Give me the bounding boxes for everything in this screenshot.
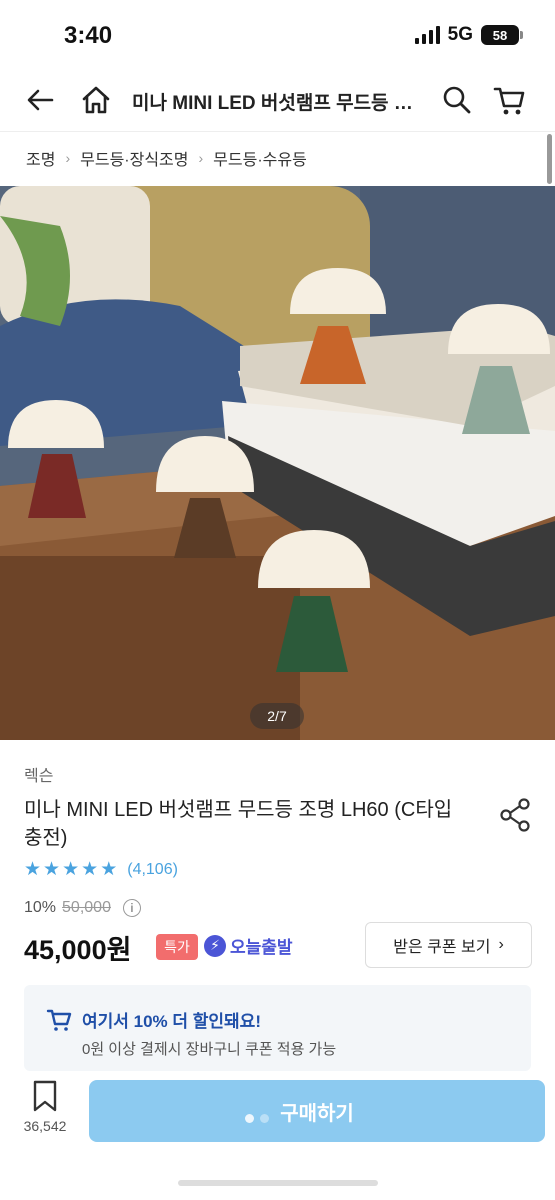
back-arrow-icon[interactable] xyxy=(20,80,60,120)
status-bar: 3:40 5G 58 xyxy=(0,0,555,70)
gallery-page-indicator: 2/7 xyxy=(250,703,304,729)
dot xyxy=(260,1114,269,1123)
today-delivery-label: 오늘출발 xyxy=(230,938,293,957)
bolt-icon: ⚡ xyxy=(204,934,226,957)
promo-box[interactable]: 여기서 10% 더 할인돼요! 0원 이상 결제시 장바구니 쿠폰 적용 가능 xyxy=(24,985,531,1071)
battery-icon: 58 xyxy=(481,25,523,45)
bookmark-count: 36,542 xyxy=(23,1118,67,1134)
today-delivery-badge: ⚡ 오늘출발 xyxy=(204,933,293,958)
bookmark-icon xyxy=(33,1080,57,1112)
rating[interactable]: ★ ★ ★ ★ ★ (4,106) xyxy=(24,860,178,880)
nav-bar: 미나 MINI LED 버섯램프 무드등 조명 LH60 (C타입충전) xyxy=(0,70,555,132)
search-icon[interactable] xyxy=(437,80,477,120)
chevron-right-icon: › xyxy=(65,150,71,166)
breadcrumb: 조명 › 무드등·장식조명 › 무드등·수유등 xyxy=(26,146,307,170)
status-time: 3:40 xyxy=(64,22,113,49)
info-icon[interactable]: i xyxy=(122,899,141,917)
network-label: 5G xyxy=(447,24,473,45)
nav-title: 미나 MINI LED 버섯램프 무드등 조명 LH60 (C타입충전) xyxy=(132,93,422,114)
scrollbar[interactable] xyxy=(547,134,552,184)
signal-icon xyxy=(414,26,440,44)
discount-rate: 10% xyxy=(24,899,57,916)
home-icon[interactable] xyxy=(76,80,116,120)
bookmark-button[interactable]: 36,542 xyxy=(16,1080,74,1134)
sale-price: 45,000원 xyxy=(24,935,132,965)
coupon-button[interactable]: 받은 쿠폰 보기 › xyxy=(365,922,532,968)
review-count[interactable]: (4,106) xyxy=(127,861,178,879)
breadcrumb-item[interactable]: 무드등·장식조명 xyxy=(80,146,188,170)
special-badge: 특가 xyxy=(156,934,198,960)
cart-icon[interactable] xyxy=(490,80,530,120)
coupon-button-label: 받은 쿠폰 보기 xyxy=(393,939,491,956)
brand-name[interactable]: 렉슨 xyxy=(24,762,53,786)
promo-headline: 여기서 10% 더 할인돼요! xyxy=(82,1012,261,1031)
chevron-right-icon: › xyxy=(198,150,204,166)
home-indicator xyxy=(178,1180,378,1186)
star-icon: ★ xyxy=(24,859,42,880)
product-photo xyxy=(0,186,555,740)
promo-headline-row: 여기서 10% 더 할인돼요! xyxy=(46,1007,261,1032)
dot xyxy=(245,1114,254,1123)
star-icon: ★ xyxy=(81,859,99,880)
star-icon: ★ xyxy=(43,859,61,880)
share-icon[interactable] xyxy=(494,794,536,836)
buy-button[interactable]: 구매하기 xyxy=(89,1080,545,1142)
star-icon: ★ xyxy=(62,859,80,880)
pagination-dots xyxy=(245,1114,269,1123)
star-icon: ★ xyxy=(100,859,118,880)
chevron-right-icon: › xyxy=(498,936,504,953)
cart-icon xyxy=(46,1009,72,1031)
original-price-row: 10% 50,000 i xyxy=(24,899,141,917)
product-title: 미나 MINI LED 버섯램프 무드등 조명 LH60 (C타입충전) xyxy=(24,799,453,849)
breadcrumb-item[interactable]: 무드등·수유등 xyxy=(213,146,307,170)
original-price: 50,000 xyxy=(62,899,111,916)
product-image-gallery[interactable] xyxy=(0,186,555,740)
status-indicators: 5G 58 xyxy=(414,24,523,46)
breadcrumb-item[interactable]: 조명 xyxy=(26,146,55,170)
promo-subtext: 0원 이상 결제시 장바구니 쿠폰 적용 가능 xyxy=(82,1041,337,1058)
